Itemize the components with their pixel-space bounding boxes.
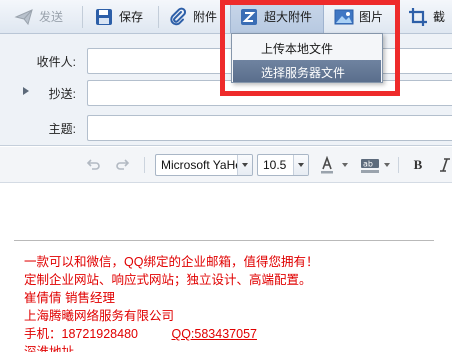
- signature-line: 定制企业网站、响应式网站；独立设计、高端配置。: [24, 273, 312, 287]
- undo-icon[interactable]: [84, 156, 102, 174]
- format-divider: [144, 157, 145, 173]
- italic-icon[interactable]: [436, 156, 452, 174]
- upload-local-file-item[interactable]: 上传本地文件: [233, 36, 381, 58]
- save-label: 保存: [119, 10, 144, 24]
- signature-phone-line: 手机：18721928480 QQ:583437057: [24, 326, 257, 342]
- compose-toolbar: 发送 保存 附件 超大附件 图片 截: [0, 0, 452, 34]
- signature-divider: [14, 240, 434, 241]
- signature-line: 上海腾曦网络服务有限公司: [24, 309, 175, 323]
- font-size-select[interactable]: 10.5: [257, 154, 309, 176]
- cc-field[interactable]: [87, 80, 452, 106]
- subject-label: 主题:: [48, 122, 76, 136]
- format-toolbar: Microsoft YaHei 10.5 ab B: [0, 147, 452, 183]
- font-size-value: 10.5: [263, 158, 287, 172]
- cc-label: 抄送:: [48, 87, 76, 101]
- picture-button[interactable]: 图片: [334, 0, 383, 33]
- picture-label: 图片: [359, 10, 384, 24]
- format-divider: [398, 157, 399, 173]
- paperclip-icon: [168, 7, 188, 27]
- message-body-editor[interactable]: 一款可以和微信，QQ绑定的企业邮箱，值得您拥有！ 定制企业网站、响应式网站；独立…: [0, 184, 452, 352]
- paper-plane-icon: [14, 7, 34, 27]
- chevron-down-icon[interactable]: [384, 163, 390, 167]
- screenshot-label: 截: [433, 10, 446, 24]
- subject-field[interactable]: [87, 115, 452, 141]
- message-headers: 收件人: 抄送: 主题:: [0, 34, 452, 146]
- cc-row: 抄送:: [0, 80, 452, 106]
- bold-button[interactable]: B: [409, 156, 427, 174]
- attach-button[interactable]: 附件: [168, 0, 217, 33]
- subject-row: 主题:: [0, 115, 452, 141]
- crop-icon: [408, 7, 428, 27]
- chevron-down-icon[interactable]: [342, 163, 348, 167]
- send-label: 发送: [39, 10, 64, 24]
- font-family-select[interactable]: Microsoft YaHei: [155, 154, 253, 176]
- large-attachment-icon: [239, 7, 259, 27]
- super-attachment-button[interactable]: 超大附件: [230, 0, 324, 33]
- phone-label: 手机：: [24, 327, 62, 341]
- highlight-color-icon[interactable]: ab: [360, 156, 380, 174]
- to-label: 收件人:: [36, 55, 76, 69]
- chevron-down-icon[interactable]: [237, 155, 252, 175]
- send-button[interactable]: 发送: [14, 0, 63, 33]
- super-attachment-menu: 上传本地文件 选择服务器文件: [231, 33, 383, 83]
- svg-text:ab: ab: [363, 160, 373, 169]
- save-button[interactable]: 保存: [94, 0, 143, 33]
- qq-number: QQ:583437057: [171, 327, 257, 341]
- toolbar-divider: [158, 6, 159, 28]
- signature-line: 崔倩倩 销售经理: [24, 291, 115, 305]
- super-attachment-label: 超大附件: [264, 10, 313, 24]
- phone-number: 18721928480: [61, 327, 138, 341]
- cc-expand-icon[interactable]: [23, 87, 29, 95]
- to-row: 收件人:: [0, 48, 452, 74]
- font-color-icon[interactable]: [318, 156, 336, 174]
- redo-icon[interactable]: [114, 156, 132, 174]
- select-server-file-item[interactable]: 选择服务器文件: [233, 60, 381, 82]
- floppy-disk-icon: [94, 7, 114, 27]
- signature-line: 一款可以和微信，QQ绑定的企业邮箱，值得您拥有！: [24, 255, 319, 269]
- toolbar-divider: [82, 6, 83, 28]
- toolbar-divider: [398, 6, 399, 28]
- font-family-value: Microsoft YaHei: [161, 158, 245, 172]
- signature-line: 深淮地址: [24, 345, 75, 352]
- picture-icon: [334, 7, 354, 27]
- attach-label: 附件: [193, 10, 218, 24]
- chevron-down-icon[interactable]: [293, 155, 308, 175]
- screenshot-button[interactable]: 截: [408, 0, 445, 33]
